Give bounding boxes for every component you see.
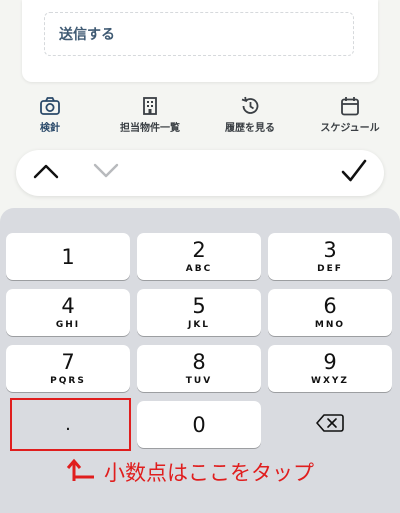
delete-key[interactable]: [268, 401, 392, 448]
annotation: 小数点はここをタップ: [66, 455, 314, 489]
tab-label: スケジュール: [320, 123, 380, 134]
tab-bar: 検針 担当物件一覧 履歴を見る スケジュール: [0, 90, 400, 142]
key-number: 0: [192, 412, 206, 437]
key-3[interactable]: 3 DEF: [268, 233, 392, 280]
key-number: 9: [323, 350, 337, 374]
checkmark-icon: [340, 158, 368, 188]
key-letters: MNO: [314, 320, 346, 330]
key-letters: JKL: [187, 320, 211, 330]
history-icon: [239, 96, 261, 116]
key-8[interactable]: 8 TUV: [137, 345, 261, 392]
key-letters: WXYZ: [311, 376, 349, 386]
keyboard-accessory-bar: [16, 150, 384, 196]
done-button[interactable]: [338, 158, 370, 188]
chevron-up-icon: [33, 163, 59, 183]
decimal-key-highlight: [10, 398, 131, 451]
key-2[interactable]: 2 ABC: [137, 233, 261, 280]
key-letters: ABC: [185, 264, 213, 274]
key-letters: DEF: [317, 264, 343, 274]
key-number: 4: [61, 294, 75, 318]
key-letters: TUV: [185, 376, 213, 386]
key-number: 6: [323, 294, 337, 318]
tab-meter-reading[interactable]: 検針: [0, 90, 100, 142]
key-5[interactable]: 5 JKL: [137, 289, 261, 336]
key-number: 3: [323, 238, 337, 262]
arrow-up-corner-icon: [66, 457, 96, 487]
key-letters: PQRS: [50, 376, 86, 386]
annotation-text: 小数点はここをタップ: [104, 461, 314, 485]
send-button[interactable]: 送信する: [44, 12, 354, 56]
key-number: 7: [61, 350, 75, 374]
key-6[interactable]: 6 MNO: [268, 289, 392, 336]
key-number: 5: [192, 294, 206, 318]
chevron-down-icon: [93, 163, 119, 183]
tab-label: 履歴を見る: [225, 123, 275, 134]
tab-label: 検針: [40, 123, 60, 134]
tab-properties[interactable]: 担当物件一覧: [100, 90, 200, 142]
previous-field-button[interactable]: [30, 158, 62, 188]
backspace-icon: [316, 413, 344, 437]
send-button-label: 送信する: [59, 27, 115, 43]
key-1[interactable]: 1: [6, 233, 130, 280]
next-field-button[interactable]: [90, 158, 122, 188]
key-number: 8: [192, 350, 206, 374]
key-letters: GHI: [55, 320, 81, 330]
key-number: 1: [61, 244, 75, 269]
tab-label: 担当物件一覧: [120, 123, 180, 134]
camera-icon: [39, 96, 61, 116]
key-4[interactable]: 4 GHI: [6, 289, 130, 336]
key-number: 2: [192, 238, 206, 262]
building-icon: [139, 96, 161, 116]
form-card: 送信する: [22, 0, 378, 82]
tab-history[interactable]: 履歴を見る: [200, 90, 300, 142]
calendar-icon: [339, 96, 361, 116]
key-9[interactable]: 9 WXYZ: [268, 345, 392, 392]
key-7[interactable]: 7 PQRS: [6, 345, 130, 392]
key-0[interactable]: 0: [137, 401, 261, 448]
tab-schedule[interactable]: スケジュール: [300, 90, 400, 142]
